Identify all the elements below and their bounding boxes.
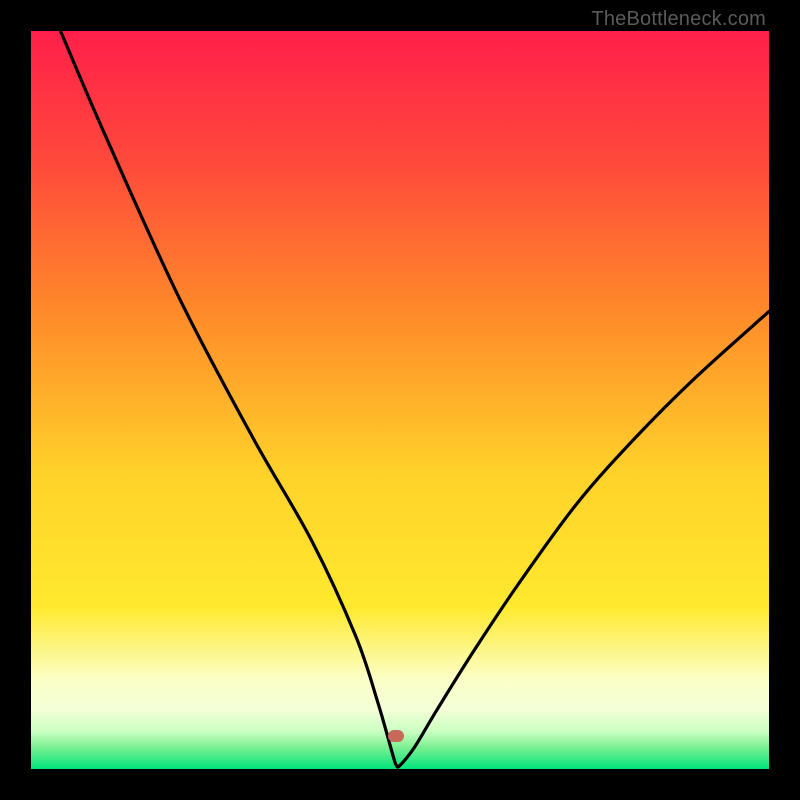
chart-frame: TheBottleneck.com	[0, 0, 800, 800]
minimum-marker	[388, 730, 404, 742]
attribution-text: TheBottleneck.com	[591, 8, 766, 31]
bottleneck-curve	[31, 31, 769, 769]
